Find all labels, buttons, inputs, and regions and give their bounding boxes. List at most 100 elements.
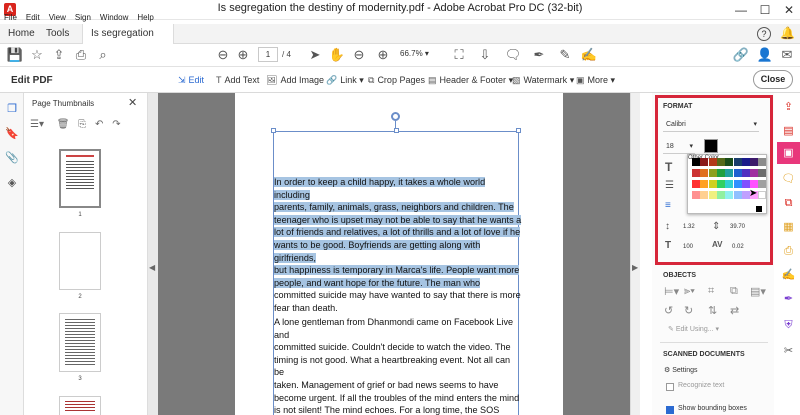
settings-button[interactable]: ⚙ Settings xyxy=(664,366,698,374)
rotate-handle-icon[interactable] xyxy=(391,112,400,121)
recognize-text-checkbox[interactable] xyxy=(666,383,674,391)
watermark-label: Watermark xyxy=(523,75,568,85)
export-pdf-icon[interactable]: ⇪ xyxy=(781,100,796,115)
scan-ocr-icon[interactable]: ⎙ xyxy=(781,244,796,259)
add-image-button[interactable]: 🖼 Add Image xyxy=(266,75,324,86)
thumbnails-icon[interactable]: ❐ xyxy=(5,102,19,116)
zoom-in-icon[interactable]: ⊕ xyxy=(374,46,392,64)
edit-using-select[interactable]: ✎ Edit Using... ▾ xyxy=(668,325,719,333)
resize-handle-tl[interactable] xyxy=(271,128,276,133)
bookmarks-icon[interactable]: 🔖 xyxy=(5,127,19,141)
close-window-button[interactable]: ✕ xyxy=(778,2,800,18)
menu-sign[interactable]: Sign xyxy=(75,13,91,22)
minimize-button[interactable]: — xyxy=(730,2,752,18)
next-page-icon[interactable]: ⊕ xyxy=(234,46,252,64)
select-cursor-icon[interactable]: ➤ xyxy=(306,46,324,64)
protect-icon[interactable]: ⛨ xyxy=(781,318,796,333)
comment-icon[interactable]: 🗨 xyxy=(504,46,522,64)
distribute-objects-icon[interactable]: ⫸▾ xyxy=(684,285,695,298)
crop-image-icon[interactable]: ⌗ xyxy=(708,285,714,298)
bell-icon[interactable]: 🔔 xyxy=(780,26,795,40)
pen-icon[interactable]: ✒ xyxy=(530,46,548,64)
sign-icon[interactable]: ✍ xyxy=(580,46,598,64)
undo-icon[interactable]: ↶ xyxy=(95,119,103,130)
viewer-scrollbar[interactable]: ▶ xyxy=(630,93,640,415)
menu-edit[interactable]: Edit xyxy=(26,13,40,22)
zoom-out-icon[interactable]: ⊖ xyxy=(350,46,368,64)
search-icon[interactable]: ⌕ xyxy=(94,46,112,64)
crop-icon: ⧉ xyxy=(368,75,375,85)
crop-pages-button[interactable]: ⧉ Crop Pages xyxy=(368,75,425,86)
watermark-button[interactable]: ▧ Watermark ▾ xyxy=(512,75,574,86)
close-edit-button[interactable]: Close xyxy=(753,70,793,89)
tab-document[interactable]: Is segregation the ... ✕ xyxy=(82,24,174,59)
menu-help[interactable]: Help xyxy=(137,13,153,22)
panel-splitter[interactable]: ◀ xyxy=(148,93,158,415)
attachments-icon[interactable]: 📎 xyxy=(5,151,19,165)
flip-vertical-icon[interactable]: ⇅ xyxy=(708,304,717,317)
expand-arrow-icon[interactable]: ▶ xyxy=(632,263,638,272)
fit-page-icon[interactable]: ⛶ xyxy=(450,46,468,64)
prev-page-icon[interactable]: ⊖ xyxy=(214,46,232,64)
menu-file[interactable]: File xyxy=(4,13,17,22)
zoom-level-select[interactable]: 66.7% ▾ xyxy=(400,49,436,58)
thumbnail-page-2[interactable] xyxy=(59,232,101,290)
scroll-mode-icon[interactable]: ⇩ xyxy=(476,46,494,64)
text-line: lot of friends and relatives, a lot of t… xyxy=(274,227,521,238)
replace-image-icon[interactable]: ⧉ xyxy=(730,285,738,298)
hand-tool-icon[interactable]: ✋ xyxy=(328,46,346,64)
maximize-button[interactable]: ☐ xyxy=(754,2,776,18)
layers-icon[interactable]: ◈ xyxy=(5,176,19,190)
organize-pages-icon[interactable]: ▦ xyxy=(781,220,796,235)
print-icon[interactable]: ⎙ xyxy=(72,46,90,64)
thumbnail-page-4[interactable] xyxy=(59,396,101,415)
help-icon[interactable]: ? xyxy=(757,27,771,41)
mail-icon[interactable]: ✉ xyxy=(778,46,796,64)
add-text-button[interactable]: T Add Text xyxy=(216,75,259,85)
header-footer-button[interactable]: ▤ Header & Footer ▾ xyxy=(428,75,513,86)
page-number-input[interactable]: 1 xyxy=(258,47,278,62)
menu-window[interactable]: Window xyxy=(100,13,128,22)
tab-home[interactable]: Home xyxy=(0,24,43,44)
align-objects-icon[interactable]: ⊨▾ xyxy=(664,285,679,298)
comment-tool-icon[interactable]: 🗨 xyxy=(781,172,796,187)
paragraph-1[interactable]: In order to keep a child happy, it takes… xyxy=(274,176,522,315)
link-label: Link xyxy=(340,75,357,85)
edit-button[interactable]: ⇲ Edit xyxy=(178,75,204,86)
combine-files-icon[interactable]: ⧉ xyxy=(781,196,796,211)
collapse-arrow-icon[interactable]: ◀ xyxy=(149,263,155,272)
flip-horizontal-icon[interactable]: ⇄ xyxy=(730,304,739,317)
rotate-left-icon[interactable]: ↺ xyxy=(664,304,673,317)
upload-icon[interactable]: ⇪ xyxy=(50,46,68,64)
menu-view[interactable]: View xyxy=(49,13,66,22)
tab-tools[interactable]: Tools xyxy=(38,24,77,44)
text-line: fear than death. xyxy=(274,302,338,313)
save-icon[interactable]: 💾 xyxy=(6,46,24,64)
thumbnail-page-1[interactable] xyxy=(59,149,101,208)
resize-handle-tr[interactable] xyxy=(516,128,521,133)
rotate-handle-line xyxy=(395,121,396,129)
bookmark-star-icon[interactable]: ☆ xyxy=(28,46,46,64)
share-link-icon[interactable]: 🔗 xyxy=(732,46,750,64)
rotate-right-icon[interactable]: ↻ xyxy=(684,304,693,317)
redo-icon[interactable]: ↷ xyxy=(112,119,120,130)
zoom-level-value: 66.7% xyxy=(400,49,423,58)
send-for-signature-icon[interactable]: ✒ xyxy=(781,292,796,307)
more-tools-icon[interactable]: ✂ xyxy=(781,344,796,359)
edit-using-label: Edit Using... xyxy=(675,326,714,333)
more-button[interactable]: ▣ More ▾ xyxy=(576,75,615,86)
delete-page-icon[interactable]: 🗑 xyxy=(57,119,70,130)
thumbnail-options-icon[interactable]: ☰▾ xyxy=(30,119,44,130)
insert-page-icon[interactable]: ⎘ xyxy=(78,119,86,130)
thumbnail-page-3[interactable] xyxy=(59,313,101,372)
close-panel-icon[interactable]: ✕ xyxy=(128,96,137,109)
fill-sign-icon[interactable]: ✍ xyxy=(781,268,796,283)
highlight-icon[interactable]: ✎ xyxy=(556,46,574,64)
add-user-icon[interactable]: 👤 xyxy=(756,46,774,64)
paragraph-2[interactable]: A lone gentleman from Dhanmondi came on … xyxy=(274,316,522,415)
link-button[interactable]: 🔗 Link ▾ xyxy=(326,75,364,86)
show-bounding-boxes-checkbox[interactable] xyxy=(666,406,674,414)
create-pdf-icon[interactable]: ▤ xyxy=(781,124,796,139)
arrange-icon[interactable]: ▤▾ xyxy=(750,285,766,298)
edit-pdf-tool-icon[interactable]: ▣ xyxy=(777,142,800,164)
